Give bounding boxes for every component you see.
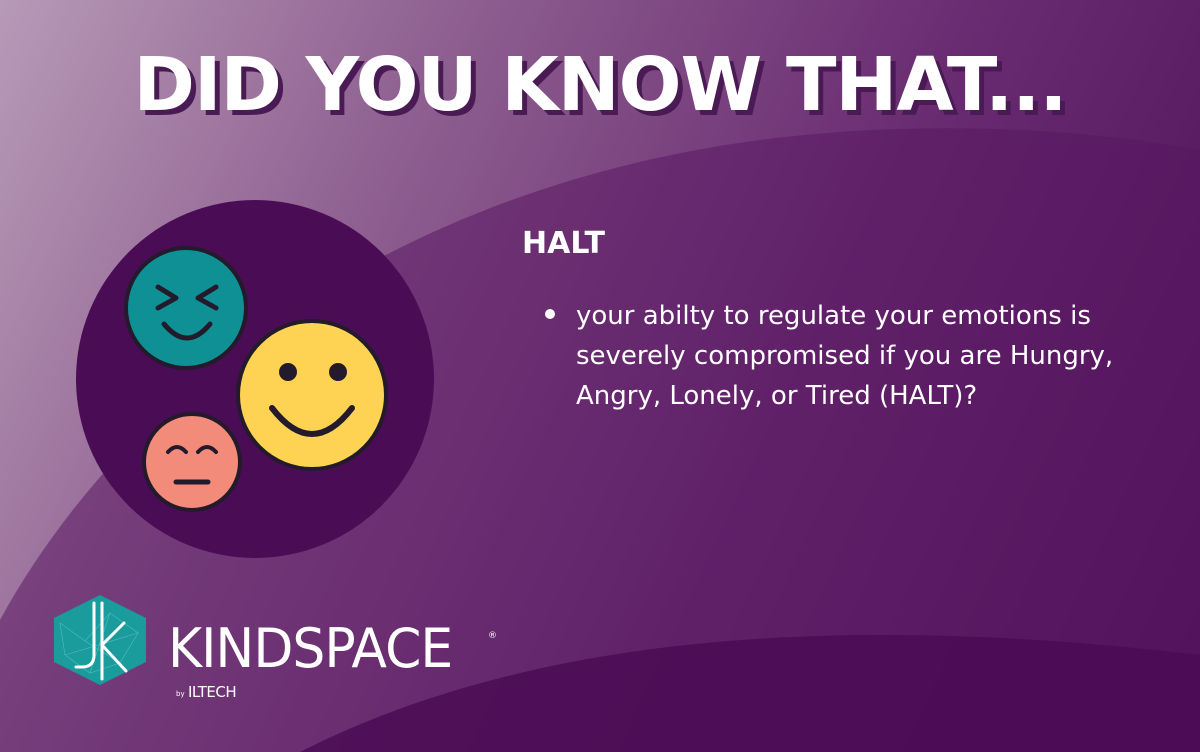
brand-name: KINDSPACE (168, 617, 453, 681)
promo-card: DID YOU KNOW THAT... HALT your abilty to… (0, 0, 1200, 752)
kindspace-logo-icon (54, 595, 146, 685)
fact-item: your abilty to regulate your emotions is… (545, 296, 1145, 416)
smiling-face-icon (236, 319, 388, 471)
fact-list: your abilty to regulate your emotions is… (545, 296, 1145, 416)
neutral-face-icon (142, 412, 242, 512)
registered-mark: ® (488, 631, 497, 641)
bullet-icon (545, 309, 555, 319)
fact-text: your abilty to regulate your emotions is… (576, 301, 1114, 411)
headline: DID YOU KNOW THAT... (133, 42, 1068, 128)
brand-company: ILTECH (188, 683, 237, 701)
squinting-face-icon (124, 246, 248, 370)
brand-by: by (176, 690, 185, 698)
emoji-group (124, 246, 388, 512)
topic-title: HALT (522, 226, 605, 261)
